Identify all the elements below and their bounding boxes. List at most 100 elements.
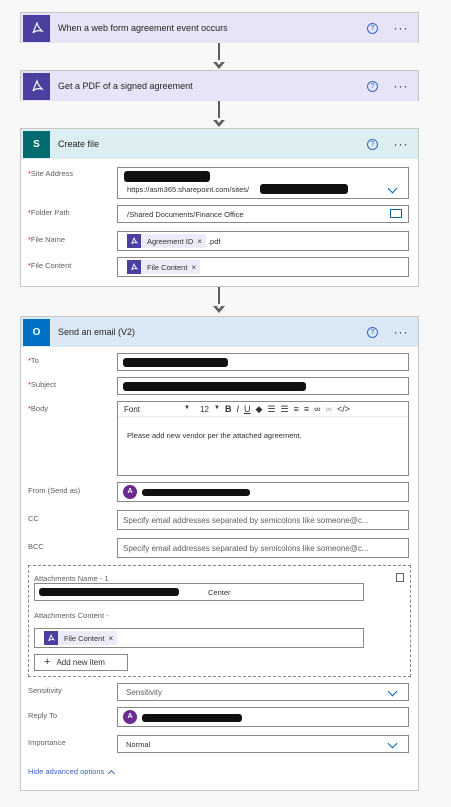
copy-icon[interactable] — [396, 573, 404, 582]
token-label: File Content — [64, 633, 105, 643]
bcc-label: BCC — [28, 542, 44, 551]
decrease-indent-icon[interactable]: ≡ — [294, 404, 299, 414]
body-label: *Body — [28, 404, 49, 413]
chevron-up-icon — [108, 769, 116, 777]
adobe-sign-icon — [23, 14, 50, 42]
highlight-icon[interactable]: ◆ — [256, 404, 263, 415]
importance-value: Normal — [126, 740, 151, 749]
more-options-icon[interactable]: ··· — [392, 138, 410, 150]
more-options-icon[interactable]: ··· — [392, 326, 410, 338]
trigger-card-header[interactable]: When a web form agreement event occurs ?… — [21, 13, 418, 43]
avatar: A — [123, 485, 137, 499]
attachments-content-field[interactable]: File Content × — [34, 628, 364, 648]
help-icon[interactable]: ? — [367, 138, 378, 150]
body-toolbar: Font ▼ 12 ▼ B I U ◆ ☰ ☰ ≡ ≡ ∞ ∞ </> — [118, 402, 408, 417]
link-icon[interactable]: ∞ — [314, 404, 320, 414]
more-options-icon[interactable]: ··· — [392, 22, 410, 34]
to-field[interactable] — [117, 353, 409, 371]
code-view-icon[interactable]: </> — [337, 404, 350, 414]
file-name-field[interactable]: Agreement ID × .pdf — [117, 231, 409, 251]
to-label: *To — [28, 356, 39, 365]
adobe-sign-icon — [127, 234, 141, 248]
add-new-item-button[interactable]: + Add new item — [34, 654, 128, 671]
get-pdf-card[interactable]: Get a PDF of a signed agreement ? ··· — [20, 70, 419, 101]
sharepoint-icon: S — [23, 130, 50, 158]
get-pdf-card-header[interactable]: Get a PDF of a signed agreement ? ··· — [21, 71, 418, 101]
send-email-card[interactable]: O Send an email (V2) ? ··· *To *Subject … — [20, 316, 419, 791]
more-options-icon[interactable]: ··· — [392, 80, 410, 92]
from-field[interactable]: A — [117, 482, 409, 502]
token-label: Agreement ID — [147, 236, 194, 246]
avatar: A — [123, 710, 137, 724]
cc-placeholder: Specify email addresses separated by sem… — [123, 516, 369, 525]
hide-advanced-options-link[interactable]: Hide advanced options — [28, 767, 116, 777]
reply-to-label: Reply To — [28, 711, 58, 720]
increase-indent-icon[interactable]: ≡ — [304, 404, 309, 414]
trigger-title: When a web form agreement event occurs — [58, 23, 228, 33]
file-content-field[interactable]: File Content × — [117, 257, 409, 277]
sensitivity-placeholder: Sensitivity — [126, 688, 163, 697]
subject-field[interactable] — [117, 377, 409, 395]
underline-icon[interactable]: U — [244, 404, 251, 414]
font-size-label: 12 — [200, 404, 209, 414]
remove-token-icon[interactable]: × — [191, 263, 196, 272]
connector-arrow — [213, 60, 225, 69]
folder-icon[interactable] — [390, 209, 402, 218]
bold-icon[interactable]: B — [225, 404, 232, 414]
create-file-card-header[interactable]: S Create file ? ··· — [21, 129, 418, 159]
folder-path-value: /Shared Documents/Finance Office — [127, 210, 244, 219]
file-content-token[interactable]: File Content × — [44, 631, 118, 645]
body-editor[interactable]: Font ▼ 12 ▼ B I U ◆ ☰ ☰ ≡ ≡ ∞ ∞ </> Please… — [117, 401, 409, 476]
sensitivity-dropdown[interactable]: Sensitivity — [117, 683, 409, 701]
help-icon[interactable]: ? — [367, 22, 378, 34]
help-icon[interactable]: ? — [367, 80, 378, 92]
attachments-name-suffix: Center — [208, 588, 231, 597]
attachments-name-field[interactable]: Center — [34, 583, 364, 601]
chevron-down-icon[interactable] — [387, 183, 398, 194]
file-content-label: *File Content — [28, 261, 72, 270]
font-dropdown-label: Font — [124, 404, 141, 414]
plus-icon: + — [44, 656, 51, 668]
cc-field[interactable]: Specify email addresses separated by sem… — [117, 510, 409, 530]
get-pdf-title: Get a PDF of a signed agreement — [58, 81, 193, 91]
reply-to-field[interactable]: A — [117, 707, 409, 727]
bullet-list-icon[interactable]: ☰ — [267, 404, 275, 415]
font-dropdown[interactable]: Font ▼ — [124, 405, 190, 414]
outlook-icon: O — [23, 318, 50, 346]
numbered-list-icon[interactable]: ☰ — [281, 404, 289, 415]
folder-path-label: *Folder Path — [28, 208, 70, 217]
remove-token-icon[interactable]: × — [108, 634, 113, 643]
attachments-content-label: Attachments Content - — [34, 611, 109, 620]
send-email-title: Send an email (V2) — [58, 327, 136, 337]
folder-path-field[interactable]: /Shared Documents/Finance Office — [117, 205, 409, 223]
agreement-id-token[interactable]: Agreement ID × — [127, 234, 206, 248]
adobe-sign-icon — [23, 72, 50, 100]
chevron-down-icon[interactable] — [387, 738, 398, 749]
site-address-value: https://asm365.sharepoint.com/sites/ — [127, 185, 250, 194]
italic-icon[interactable]: I — [237, 404, 240, 414]
connector-arrow — [213, 118, 225, 127]
importance-label: Importance — [28, 738, 66, 747]
attachments-group: Attachments Name - 1 Center Attachments … — [28, 565, 411, 677]
send-email-card-header[interactable]: O Send an email (V2) ? ··· — [21, 317, 418, 347]
connector-arrow — [213, 304, 225, 313]
font-size-dropdown[interactable]: 12 ▼ — [200, 405, 220, 414]
trigger-card[interactable]: When a web form agreement event occurs ?… — [20, 12, 419, 43]
adobe-sign-icon — [127, 260, 141, 274]
remove-token-icon[interactable]: × — [197, 237, 202, 246]
unlink-icon[interactable]: ∞ — [326, 404, 332, 414]
help-icon[interactable]: ? — [367, 326, 378, 338]
site-address-field[interactable]: https://asm365.sharepoint.com/sites/ — [117, 167, 409, 199]
create-file-card[interactable]: S Create file ? ··· *Site Address https:… — [20, 128, 419, 287]
site-address-label: *Site Address — [28, 169, 74, 178]
chevron-down-icon[interactable] — [387, 686, 398, 697]
bcc-placeholder: Specify email addresses separated by sem… — [123, 544, 369, 553]
importance-dropdown[interactable]: Normal — [117, 735, 409, 753]
adobe-sign-icon — [44, 631, 58, 645]
file-name-label: *File Name — [28, 235, 66, 244]
subject-label: *Subject — [28, 380, 56, 389]
bcc-field[interactable]: Specify email addresses separated by sem… — [117, 538, 409, 558]
sensitivity-label: Sensitivity — [28, 686, 62, 695]
token-label: File Content — [147, 262, 188, 272]
file-content-token[interactable]: File Content × — [127, 260, 201, 274]
